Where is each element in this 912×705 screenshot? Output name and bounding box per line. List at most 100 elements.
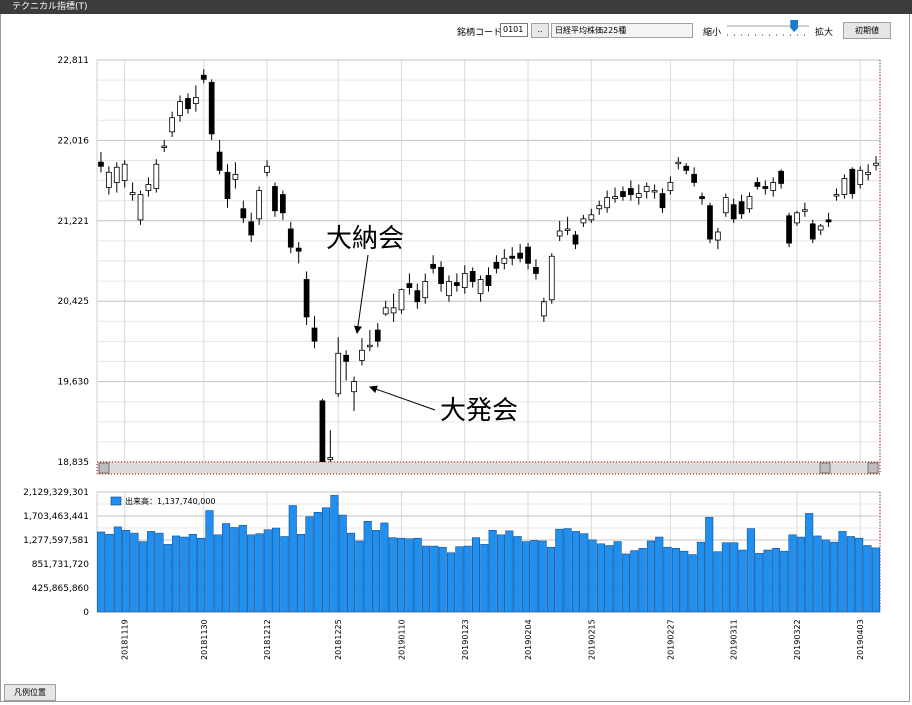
volume-bar <box>680 550 689 613</box>
volume-bar <box>172 535 181 613</box>
candle-down <box>809 223 816 240</box>
legend-position-button[interactable]: 凡例位置 <box>4 684 56 701</box>
candle-down <box>224 171 231 200</box>
volume-bar <box>463 545 472 613</box>
price-tick-label: 19,630 <box>58 378 90 388</box>
candle-up <box>422 281 429 299</box>
candle-up <box>873 162 879 166</box>
candle-up <box>264 165 270 173</box>
volume-bar <box>330 495 339 613</box>
chart-scrollbar[interactable] <box>96 461 881 475</box>
scrollbar-left-handle <box>98 462 110 474</box>
volume-bar <box>555 528 564 613</box>
candle-up <box>556 230 563 237</box>
candle-up <box>137 194 144 221</box>
candle-down <box>374 329 381 342</box>
volume-bar <box>230 527 239 613</box>
candle-up <box>256 190 262 220</box>
volume-bar <box>347 532 356 613</box>
candle-down <box>208 81 215 135</box>
volume-bar <box>97 531 106 613</box>
volume-tick-label: 1,703,463,441 <box>23 512 89 522</box>
scrollbar-right-handle <box>819 462 831 474</box>
volume-bar <box>380 522 389 613</box>
volume-bar <box>663 546 672 613</box>
volume-bar <box>455 546 464 613</box>
candle-down <box>469 271 476 282</box>
volume-bar <box>305 516 314 613</box>
volume-bar <box>805 513 814 613</box>
volume-bar <box>238 524 247 613</box>
date-tick-label: 20181225 <box>334 619 343 660</box>
candle-up <box>193 97 199 104</box>
volume-bar <box>372 530 381 613</box>
volume-bar <box>197 537 206 613</box>
price-grid <box>96 59 881 612</box>
volume-tick-label: 0 <box>83 608 89 618</box>
volume-bar <box>280 536 289 613</box>
price-y-axis: 22,811 22,016 21,221 20,425 19,630 18,835 <box>58 56 90 468</box>
volume-bar <box>713 551 722 613</box>
date-tick-label: 20190204 <box>524 619 533 660</box>
candle-down <box>517 252 523 259</box>
candle-down <box>185 98 191 110</box>
candle-down <box>430 263 436 269</box>
candle-up <box>177 101 183 117</box>
candle-down <box>454 282 460 286</box>
date-tick-label: 20181130 <box>200 619 209 660</box>
candle-down <box>287 228 294 248</box>
volume-bar <box>155 532 164 613</box>
candle-up <box>746 196 753 210</box>
date-tick-label: 20181119 <box>121 619 130 660</box>
annotation-label: 大発会 <box>440 396 518 426</box>
volume-bar <box>488 530 497 613</box>
volume-bar <box>530 540 539 613</box>
volume-bar <box>521 541 530 613</box>
volume-bar <box>297 533 306 613</box>
volume-bar <box>322 507 331 613</box>
volume-bar <box>388 537 397 613</box>
candle-up <box>461 273 468 288</box>
volume-bar <box>263 529 272 613</box>
volume-bar <box>763 549 772 613</box>
volume-bar <box>688 554 697 613</box>
candle-down <box>730 204 737 220</box>
volume-bar <box>205 510 214 613</box>
volume-bar <box>571 531 580 613</box>
volume-bar <box>480 544 489 613</box>
candle-down <box>525 246 531 264</box>
candle-down <box>485 275 492 286</box>
volume-bar <box>646 540 655 613</box>
volume-bar <box>671 548 680 613</box>
candle-up <box>351 381 357 393</box>
candle-down <box>216 151 223 171</box>
volume-bar <box>147 531 156 613</box>
candle-down <box>620 191 626 197</box>
candle-down <box>683 165 690 171</box>
candle-down <box>200 74 207 80</box>
volume-bar <box>130 532 139 613</box>
volume-bar <box>655 536 664 613</box>
candle-up <box>564 228 571 231</box>
scrollbar-track <box>96 461 881 475</box>
volume-bar <box>638 548 647 613</box>
candle-up <box>643 186 650 192</box>
volume-tick-label: 851,731,720 <box>32 560 90 570</box>
candle-down <box>628 188 634 195</box>
candle-up <box>367 344 373 348</box>
candle-up <box>770 182 777 191</box>
price-tick-label: 18,835 <box>58 458 90 468</box>
volume-bar <box>830 541 839 613</box>
volume-bar <box>471 537 481 613</box>
candle-down <box>248 221 255 236</box>
volume-bar <box>605 545 614 613</box>
volume-bar <box>438 546 447 613</box>
volume-bars[interactable] <box>97 495 880 613</box>
volume-bar <box>771 548 780 613</box>
candle-down <box>778 170 784 184</box>
candle-down <box>825 219 832 223</box>
candle-up <box>580 218 587 224</box>
candle-up <box>121 163 128 181</box>
candle-down <box>303 279 310 318</box>
candle-up <box>446 281 452 297</box>
